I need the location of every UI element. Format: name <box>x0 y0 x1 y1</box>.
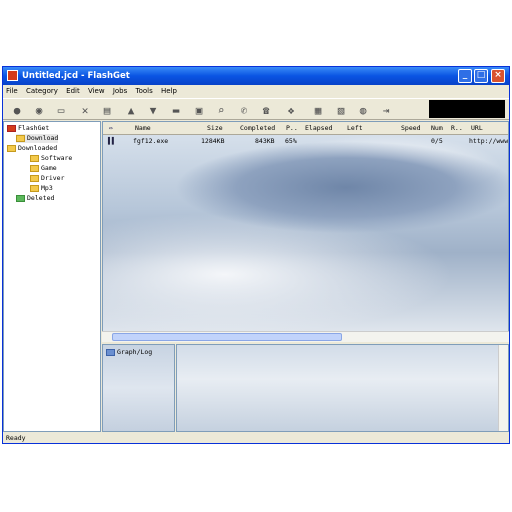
menu-bar: File Category Edit View Jobs Tools Help <box>3 85 509 97</box>
table-row[interactable]: ▌▌ fgf12.exe 1284KB 843KB 65% 0/5 http:/… <box>103 135 508 145</box>
down-icon[interactable]: ▼ <box>145 102 161 118</box>
tree-item-downloaded[interactable]: Downloaded <box>7 144 57 153</box>
menu-edit[interactable]: Edit <box>66 85 80 97</box>
tree-item-deleted[interactable]: Deleted <box>16 194 54 203</box>
status-bar: Ready <box>6 434 26 442</box>
delete-icon[interactable]: ✕ <box>77 102 93 118</box>
list-header: ⇔ Name Size Completed P.. Elapsed Left S… <box>103 122 508 135</box>
col-name[interactable]: Name <box>135 124 151 132</box>
col-percent[interactable]: P.. <box>286 124 298 132</box>
col-url[interactable]: URL <box>471 124 483 132</box>
window-title: Untitled.jcd - FlashGet <box>22 71 130 81</box>
tree-item-download[interactable]: Download <box>16 134 59 143</box>
recycle-icon <box>16 194 25 202</box>
drop-target-monitor[interactable] <box>429 100 505 118</box>
maximize-button[interactable]: □ <box>474 69 488 83</box>
menu-help[interactable]: Help <box>161 85 177 97</box>
phone-icon[interactable]: ☎ <box>258 102 274 118</box>
graph-log-item[interactable]: Graph/Log <box>106 348 152 356</box>
theme-icon[interactable]: ❖ <box>283 102 299 118</box>
row-num: 0/5 <box>431 137 443 145</box>
col-r[interactable]: R.. <box>451 124 463 132</box>
up-icon[interactable]: ▲ <box>123 102 139 118</box>
pause-icon[interactable]: ◉ <box>31 102 47 118</box>
col-size[interactable]: Size <box>207 124 223 132</box>
menu-tools[interactable]: Tools <box>136 85 153 97</box>
folder-icon <box>16 134 25 142</box>
tree-item-game[interactable]: Game <box>30 164 57 173</box>
tree-root[interactable]: FlashGet <box>7 124 49 133</box>
folder-icon[interactable]: ▬ <box>168 102 184 118</box>
graph-log-pane: Graph/Log <box>102 344 175 432</box>
exit-icon[interactable]: ⇥ <box>378 102 394 118</box>
log-view <box>176 344 509 432</box>
row-size: 1284KB <box>201 137 225 145</box>
flashget-icon <box>7 124 16 132</box>
tree-item-software[interactable]: Software <box>30 154 72 163</box>
close-button[interactable]: × <box>491 69 505 83</box>
flashget-app-icon <box>7 70 18 81</box>
monitor-icon[interactable]: ◍ <box>355 102 371 118</box>
title-bar[interactable]: Untitled.jcd - FlashGet _ □ × <box>3 67 509 85</box>
job-status-icon: ▌▌ <box>108 137 116 145</box>
pin-icon[interactable]: ⇔ <box>109 124 113 132</box>
site-explorer-icon[interactable]: ▦ <box>310 102 326 118</box>
category-tree: FlashGet Download Downloaded Software Ga… <box>3 121 101 432</box>
download-list: ⇔ Name Size Completed P.. Elapsed Left S… <box>102 121 509 341</box>
graph-icon <box>106 348 115 356</box>
folder-icon <box>7 144 16 152</box>
open-folder-icon[interactable]: ▣ <box>191 102 207 118</box>
vertical-scrollbar[interactable] <box>498 345 508 431</box>
folder-icon <box>30 174 39 182</box>
flashget-window: Untitled.jcd - FlashGet _ □ × File Categ… <box>2 66 510 444</box>
tree-item-mp3[interactable]: Mp3 <box>30 184 53 193</box>
row-name: fgf12.exe <box>133 137 169 145</box>
col-left[interactable]: Left <box>347 124 363 132</box>
folder-icon <box>30 154 39 162</box>
menu-jobs[interactable]: Jobs <box>113 85 127 97</box>
col-completed[interactable]: Completed <box>240 124 275 132</box>
menu-file[interactable]: File <box>6 85 18 97</box>
dial-icon[interactable]: ✆ <box>236 102 252 118</box>
scroll-thumb[interactable] <box>112 333 342 341</box>
menu-category[interactable]: Category <box>26 85 58 97</box>
tree-item-driver[interactable]: Driver <box>30 174 64 183</box>
row-percent: 65% <box>285 137 297 145</box>
row-url: http://www. <box>469 137 509 145</box>
options-icon[interactable]: ▧ <box>333 102 349 118</box>
col-speed[interactable]: Speed <box>401 124 421 132</box>
folder-icon <box>30 164 39 172</box>
folder-icon <box>30 184 39 192</box>
menu-view[interactable]: View <box>88 85 105 97</box>
properties-icon[interactable]: ▤ <box>99 102 115 118</box>
minimize-button[interactable]: _ <box>458 69 472 83</box>
col-elapsed[interactable]: Elapsed <box>305 124 332 132</box>
new-icon[interactable]: ▭ <box>53 102 69 118</box>
find-icon[interactable]: ⌕ <box>213 102 229 118</box>
horizontal-scrollbar[interactable] <box>102 331 509 342</box>
start-icon[interactable]: ● <box>9 102 25 118</box>
col-num[interactable]: Num <box>431 124 443 132</box>
row-completed: 843KB <box>255 137 275 145</box>
